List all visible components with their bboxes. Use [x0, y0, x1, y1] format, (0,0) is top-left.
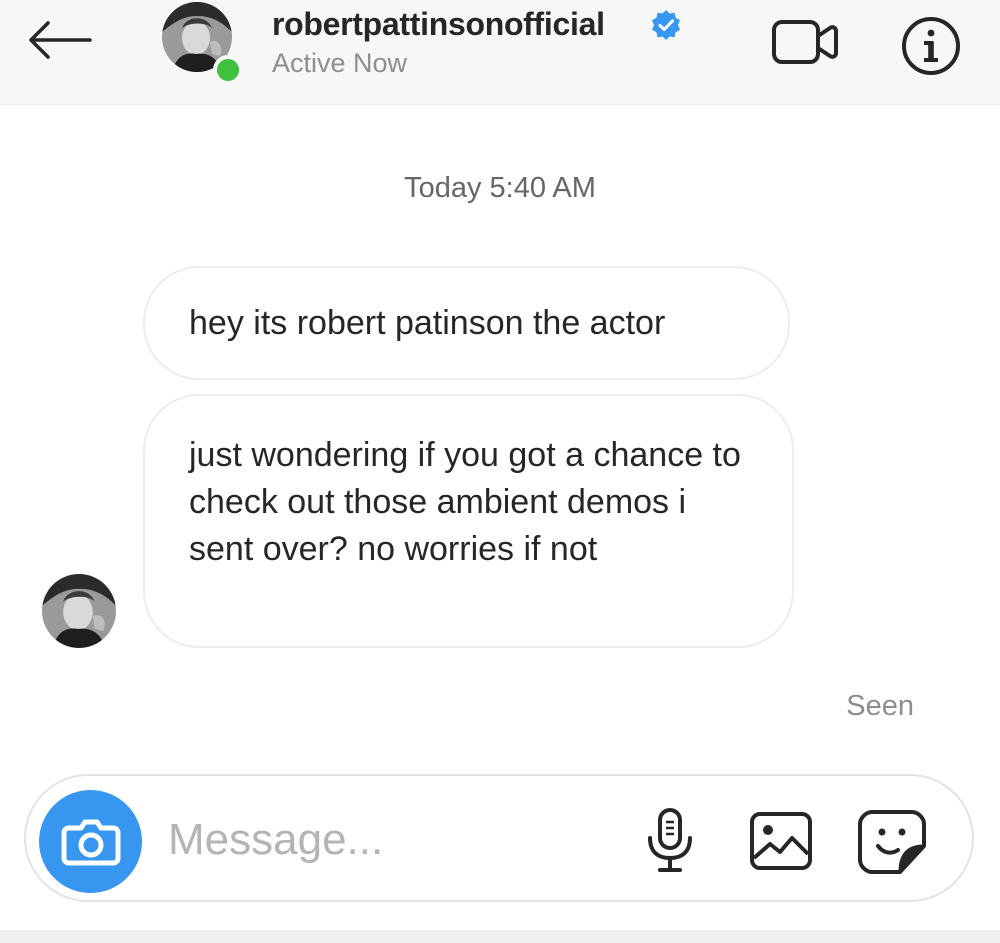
seen-indicator: Seen	[846, 690, 914, 722]
message-text: hey its robert patinson the actor	[189, 304, 666, 342]
image-icon	[750, 812, 812, 870]
video-camera-icon	[772, 20, 838, 64]
message-input[interactable]	[168, 808, 588, 872]
verified-badge-icon	[652, 10, 680, 40]
bottom-divider	[0, 930, 1000, 943]
back-button[interactable]	[26, 18, 92, 62]
video-call-button[interactable]	[770, 16, 840, 68]
info-button[interactable]	[900, 15, 962, 77]
info-icon	[902, 17, 960, 75]
camera-button[interactable]	[39, 790, 142, 893]
sender-avatar[interactable]	[42, 574, 116, 648]
chat-header: robertpattinsonofficial Active Now	[0, 0, 1000, 105]
voice-message-button[interactable]	[640, 806, 700, 876]
header-username[interactable]: robertpattinsonofficial	[272, 6, 605, 43]
thread-timestamp: Today 5:40 AM	[404, 172, 596, 204]
sticker-icon	[858, 810, 926, 874]
message-bubble[interactable]: hey its robert patinson the actor	[143, 266, 790, 380]
gallery-button[interactable]	[748, 810, 814, 872]
message-bubble[interactable]: just wondering if you got a chance to ch…	[143, 394, 794, 648]
active-status-text: Active Now	[272, 48, 408, 78]
sticker-button[interactable]	[856, 808, 928, 876]
camera-icon	[61, 819, 121, 866]
active-status-dot	[213, 55, 243, 85]
back-arrow-icon	[29, 21, 92, 59]
microphone-icon	[648, 808, 692, 872]
message-text: just wondering if you got a chance to ch…	[189, 436, 741, 568]
